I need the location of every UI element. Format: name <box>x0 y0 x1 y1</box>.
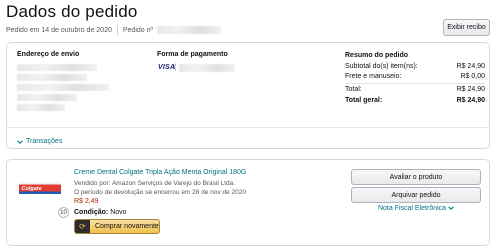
summary-value: R$ 24,90 <box>456 86 485 93</box>
archive-order-button[interactable]: Arquivar pedido <box>351 187 481 203</box>
visa-card-icon: VISA <box>158 64 176 71</box>
page-title: Dados do pedido <box>6 2 138 21</box>
summary-divider <box>345 83 485 84</box>
product-image[interactable]: Colgate <box>19 179 61 197</box>
summary-row-total: Total: R$ 24,90 <box>345 86 485 93</box>
summary-row-grand-total: Total geral: R$ 24,90 <box>345 97 485 104</box>
divider <box>116 25 118 35</box>
transactions-link[interactable]: Transações <box>17 138 62 145</box>
return-notice: O período de devolução se encerrou em 28… <box>74 189 247 196</box>
summary-value: R$ 24,90 <box>456 97 485 104</box>
order-item-panel: Colgate 10 Creme Dental Colgate Tripla A… <box>6 159 490 246</box>
colgate-logo: Colgate <box>22 186 42 192</box>
buy-again-button[interactable]: ⟳ Comprar novamente <box>74 219 160 234</box>
seller-info: Vendido por: Amazon Serviços de Varejo d… <box>74 180 236 187</box>
summary-label: Frete e manuseio: <box>345 73 402 80</box>
item-condition: Condição: Novo <box>74 209 127 216</box>
transactions-label: Transações <box>26 138 63 145</box>
chevron-down-icon <box>17 139 23 144</box>
review-product-button[interactable]: Avaliar o produto <box>351 169 481 185</box>
cart-refresh-icon: ⟳ <box>75 220 90 233</box>
redacted-address-line <box>17 64 97 71</box>
summary-value: R$ 0,00 <box>460 73 485 80</box>
summary-label: Subtotal do(s) item(ns): <box>345 63 418 70</box>
invoice-label: Nota Fiscal Eletrônica <box>377 205 447 212</box>
summary-row-subtotal: Subtotal do(s) item(ns): R$ 24,90 <box>345 63 485 70</box>
view-receipt-button[interactable]: Exibir recibo <box>443 19 490 36</box>
quantity-badge: 10 <box>58 207 69 218</box>
shipping-address-heading: Endereço de envio <box>17 51 80 58</box>
redacted-address-line <box>17 104 65 111</box>
redacted-card-number <box>179 64 235 72</box>
item-price: R$ 2,49 <box>74 198 99 205</box>
transactions-divider <box>7 127 489 128</box>
invoice-link[interactable]: Nota Fiscal Eletrônica <box>351 205 481 212</box>
condition-label: Condição: <box>74 209 109 216</box>
order-number-label: Pedido nº <box>122 26 154 34</box>
product-title-link[interactable]: Creme Dental Colgate Tripla Ação Menta O… <box>74 169 246 176</box>
summary-label: Total geral: <box>345 97 383 104</box>
payment-method-heading: Forma de pagamento <box>157 51 228 58</box>
buy-again-label: Comprar novamente <box>95 223 159 230</box>
summary-row-shipping: Frete e manuseio: R$ 0,00 <box>345 73 485 80</box>
order-summary-heading: Resumo do pedido <box>345 52 408 59</box>
order-date: Pedido em 14 de outubro de 2020 <box>6 26 112 34</box>
redacted-address-line <box>17 94 77 101</box>
order-meta: Pedido em 14 de outubro de 2020 Pedido n… <box>6 25 222 35</box>
redacted-address-line <box>17 84 109 91</box>
chevron-down-icon <box>448 206 454 211</box>
summary-value: R$ 24,90 <box>456 63 485 70</box>
condition-value: Novo <box>110 209 127 216</box>
redacted-order-number <box>157 26 222 34</box>
redacted-address-line <box>17 74 87 81</box>
card-number-prefix: ( <box>174 64 177 71</box>
order-summary-panel: Endereço de envio Forma de pagamento VIS… <box>6 42 490 149</box>
summary-label: Total: <box>345 86 362 93</box>
